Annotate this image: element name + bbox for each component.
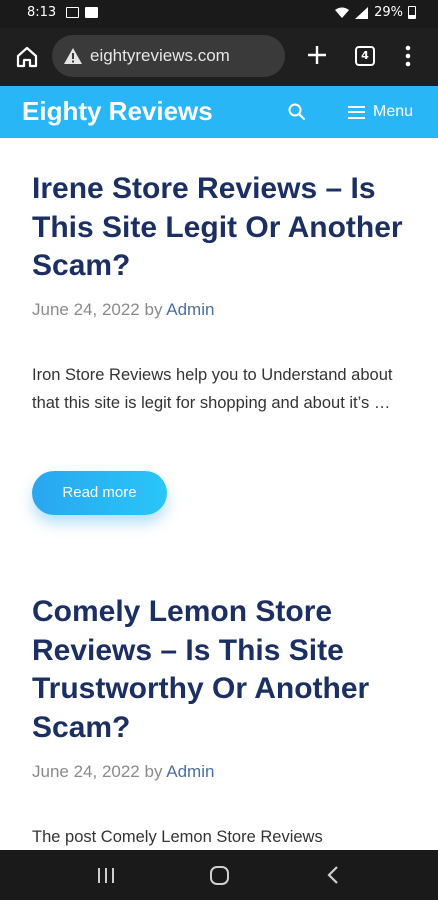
- post-date: June 24, 2022: [32, 300, 140, 319]
- post-author[interactable]: Admin: [166, 300, 214, 319]
- system-nav-bar: [0, 850, 438, 900]
- post-by: by: [144, 762, 163, 781]
- tab-count: 4: [361, 49, 369, 62]
- plus-icon[interactable]: [303, 41, 331, 69]
- menu-label: Menu: [373, 103, 414, 120]
- home-circle-icon[interactable]: [210, 866, 229, 885]
- image-icon: [66, 7, 79, 18]
- post-meta: June 24, 2022 by Admin: [32, 762, 214, 782]
- post-meta: June 24, 2022 by Admin: [32, 300, 214, 320]
- url-text[interactable]: eightyreviews.com: [90, 46, 230, 66]
- menu-button[interactable]: Menu: [348, 102, 413, 122]
- status-time: 8:13: [27, 5, 57, 20]
- signal-icon: [355, 6, 369, 19]
- wifi-icon: [335, 7, 350, 18]
- post-date: June 24, 2022: [32, 762, 140, 781]
- post-title[interactable]: Comely Lemon Store Reviews – Is This Sit…: [32, 593, 404, 747]
- hamburger-icon: [348, 105, 365, 119]
- read-more-button[interactable]: Read more: [32, 471, 167, 515]
- status-notification-icons: [66, 7, 98, 18]
- post-by: by: [144, 300, 163, 319]
- status-bar: 8:13 29%: [0, 0, 438, 28]
- site-title[interactable]: Eighty Reviews: [22, 96, 213, 127]
- status-system-icons: 29%: [334, 5, 416, 20]
- browser-toolbar: eightyreviews.com 4: [0, 28, 438, 86]
- address-bar[interactable]: eightyreviews.com: [52, 35, 285, 77]
- kebab-menu-icon[interactable]: [398, 42, 418, 70]
- site-header: Eighty Reviews Menu: [0, 86, 438, 138]
- recents-icon[interactable]: [97, 868, 115, 883]
- post-excerpt: The post Comely Lemon Store Reviews: [32, 828, 323, 846]
- search-icon[interactable]: [287, 102, 307, 122]
- battery-icon: [408, 6, 416, 19]
- battery-percent: 29%: [374, 5, 403, 20]
- warning-icon[interactable]: [63, 46, 83, 66]
- post-excerpt: Iron Store Reviews help you to Understan…: [32, 366, 393, 412]
- home-icon[interactable]: [13, 43, 41, 71]
- back-icon[interactable]: [326, 865, 340, 885]
- post-author[interactable]: Admin: [166, 762, 214, 781]
- folder-icon: [85, 7, 98, 18]
- tabs-icon[interactable]: 4: [355, 46, 375, 66]
- post-title[interactable]: Irene Store Reviews – Is This Site Legit…: [32, 170, 404, 286]
- post-list: Irene Store Reviews – Is This Site Legit…: [0, 138, 438, 850]
